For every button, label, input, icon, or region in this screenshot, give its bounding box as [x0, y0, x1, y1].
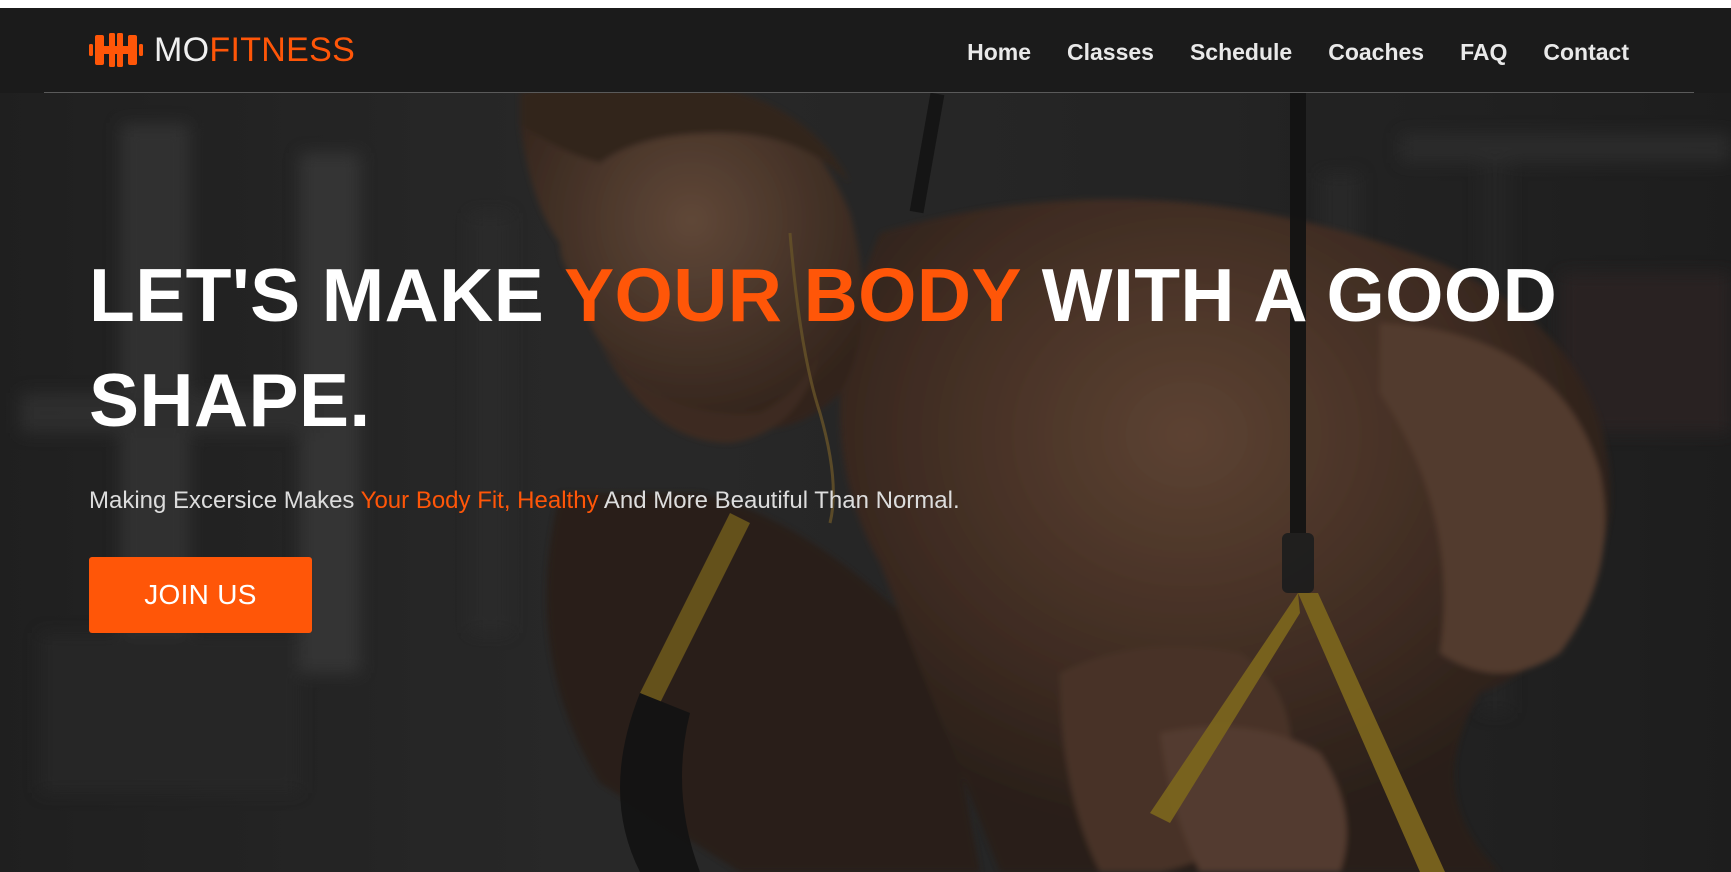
- hero-overlay: [0, 93, 1731, 872]
- hero-sub-part2: And More Beautiful Than Normal.: [598, 487, 960, 514]
- hero-headline-accent: YOUR BODY: [564, 253, 1021, 337]
- hero-headline-part1: LET'S MAKE: [89, 253, 565, 337]
- nav-link-classes[interactable]: Classes: [1067, 39, 1154, 65]
- brand-name-mo: MO: [154, 31, 210, 69]
- nav-item-contact: Contact: [1543, 38, 1629, 66]
- nav-item-faq: FAQ: [1460, 38, 1507, 66]
- brand-name-fitness: FITNESS: [209, 31, 356, 69]
- hero-headline: LET'S MAKE YOUR BODY WITH A GOOD SHAPE.: [89, 243, 1649, 453]
- page: MOFITNESS Home Classes Schedule Coaches …: [0, 0, 1731, 872]
- nav-item-home: Home: [967, 38, 1031, 66]
- nav-link-home[interactable]: Home: [967, 39, 1031, 65]
- nav-item-classes: Classes: [1067, 38, 1154, 66]
- main-nav: Home Classes Schedule Coaches FAQ Contac…: [967, 38, 1629, 66]
- brand-logo-link[interactable]: MOFITNESS: [89, 30, 355, 70]
- hero-section: LET'S MAKE YOUR BODY WITH A GOOD SHAPE. …: [0, 93, 1731, 872]
- nav-item-coaches: Coaches: [1328, 38, 1424, 66]
- nav-link-coaches[interactable]: Coaches: [1328, 39, 1424, 65]
- brand-name: MOFITNESS: [154, 33, 355, 67]
- site-header: MOFITNESS Home Classes Schedule Coaches …: [0, 8, 1731, 93]
- dumbbell-icon: [89, 33, 143, 67]
- hero-sub-part1: Making Excersice Makes: [89, 487, 361, 514]
- nav-item-schedule: Schedule: [1190, 38, 1292, 66]
- hero-subheadline: Making Excersice Makes Your Body Fit, He…: [89, 486, 960, 516]
- nav-link-schedule[interactable]: Schedule: [1190, 39, 1292, 65]
- header-divider: [44, 92, 1694, 93]
- hero-sub-accent: Your Body Fit, Healthy: [360, 487, 599, 514]
- join-us-button[interactable]: JOIN US: [89, 557, 312, 633]
- nav-link-faq[interactable]: FAQ: [1460, 39, 1507, 65]
- nav-link-contact[interactable]: Contact: [1543, 39, 1629, 65]
